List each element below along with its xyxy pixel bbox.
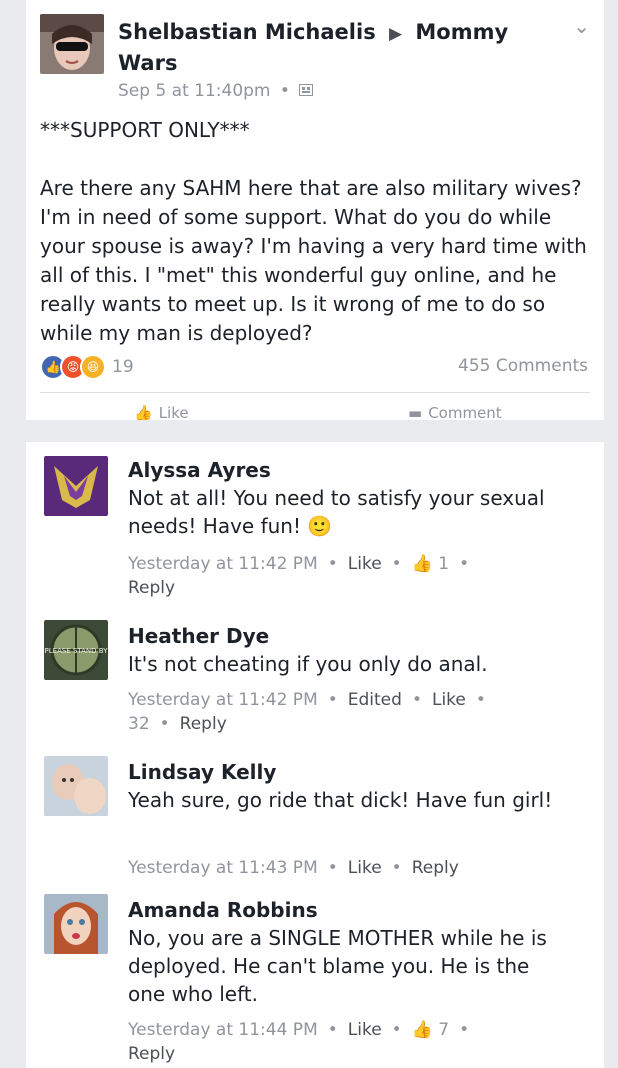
commenter-avatar[interactable] — [44, 894, 108, 954]
reactions-summary[interactable]: 👍 😡 😆 19 — [40, 354, 134, 380]
post-author-avatar[interactable] — [40, 14, 104, 74]
comment-like-count[interactable]: 1 — [438, 554, 449, 574]
comment-reply-link[interactable]: Reply — [180, 714, 227, 734]
thumbs-up-icon: 👍 — [411, 554, 433, 574]
thumbs-up-icon: 👍 — [411, 1020, 433, 1040]
comment-reply-link[interactable]: Reply — [412, 858, 459, 878]
meta-separator: • — [279, 81, 290, 101]
haha-reaction-icon: 😆 — [80, 354, 106, 380]
like-button-label: Like — [158, 404, 189, 420]
comment-meta: Yesterday at 11:42 PM • Like • 👍 1 • Reply — [128, 554, 470, 598]
comment-meta: Yesterday at 11:43 PM • Like • Reply — [128, 858, 459, 878]
comment-like-count[interactable]: 32 — [128, 714, 150, 734]
post-body: ***SUPPORT ONLY*** Are there any SAHM he… — [40, 118, 587, 345]
commenter-avatar[interactable] — [44, 456, 108, 516]
comment-edited-link[interactable]: Edited — [348, 690, 402, 710]
comment-text: Not at all! You need to satisfy your sex… — [128, 486, 545, 538]
comment-like-link[interactable]: Like — [348, 554, 382, 574]
comment-timestamp[interactable]: Yesterday at 11:44 PM — [128, 1020, 318, 1040]
like-button[interactable]: 👍 Like — [134, 404, 189, 420]
commenter-avatar[interactable]: PLEASE STAND BY — [44, 620, 108, 680]
comment-like-count[interactable]: 7 — [438, 1020, 449, 1040]
post-author-name[interactable]: Shelbastian Michaelis — [118, 20, 376, 44]
reaction-count: 19 — [112, 357, 134, 377]
comment-button[interactable]: ▬ Comment — [408, 404, 502, 420]
comment-text: It's not cheating if you only do anal. — [128, 652, 488, 676]
comment-button-label: Comment — [428, 404, 502, 420]
post-timestamp[interactable]: Sep 5 at 11:40pm — [118, 81, 271, 101]
comments-list: Alyssa Ayres Not at all! You need to sat… — [26, 442, 604, 1068]
commenter-avatar[interactable] — [44, 756, 108, 816]
comment-meta: Yesterday at 11:44 PM • Like • 👍 7 • Reply — [128, 1020, 470, 1064]
thumbs-up-icon: 👍 — [134, 404, 153, 420]
commenter-name[interactable]: Lindsay Kelly — [128, 758, 276, 786]
comment-reply-link[interactable]: Reply — [128, 1044, 175, 1064]
comment-text: Yeah sure, go ride that dick! Have fun g… — [128, 788, 553, 812]
comment-like-link[interactable]: Like — [348, 858, 382, 878]
chevron-down-icon[interactable]: ⌄ — [573, 14, 590, 38]
commenter-name[interactable]: Alyssa Ayres — [128, 456, 271, 484]
comment-reply-link[interactable]: Reply — [128, 578, 175, 598]
comment-meta: Yesterday at 11:42 PM • Edited • Like • 32 • Rep… — [128, 690, 486, 734]
comment-text: No, you are a SINGLE MOTHER while he is … — [128, 926, 547, 1006]
commenter-name[interactable]: Amanda Robbins — [128, 896, 318, 924]
arrow-right-icon: ▶ — [389, 24, 403, 44]
post-meta: Sep 5 at 11:40pm • — [118, 81, 314, 101]
comment-timestamp[interactable]: Yesterday at 11:42 PM — [128, 690, 318, 710]
post-card: Shelbastian Michaelis ▶ Mommy Wars Sep 5… — [26, 0, 604, 420]
avatar-caption: PLEASE STAND BY — [45, 647, 108, 655]
comment-like-link[interactable]: Like — [348, 1020, 382, 1040]
post-header: Shelbastian Michaelis ▶ Mommy Wars — [118, 18, 518, 78]
comment-timestamp[interactable]: Yesterday at 11:42 PM — [128, 554, 318, 574]
comment-icon: ▬ — [408, 404, 423, 420]
comment-like-link[interactable]: Like — [432, 690, 466, 710]
group-privacy-icon — [299, 81, 314, 101]
comment-timestamp[interactable]: Yesterday at 11:43 PM — [128, 858, 318, 878]
comment-count[interactable]: 455 Comments — [458, 356, 588, 376]
commenter-name[interactable]: Heather Dye — [128, 622, 269, 650]
action-divider — [40, 392, 590, 393]
